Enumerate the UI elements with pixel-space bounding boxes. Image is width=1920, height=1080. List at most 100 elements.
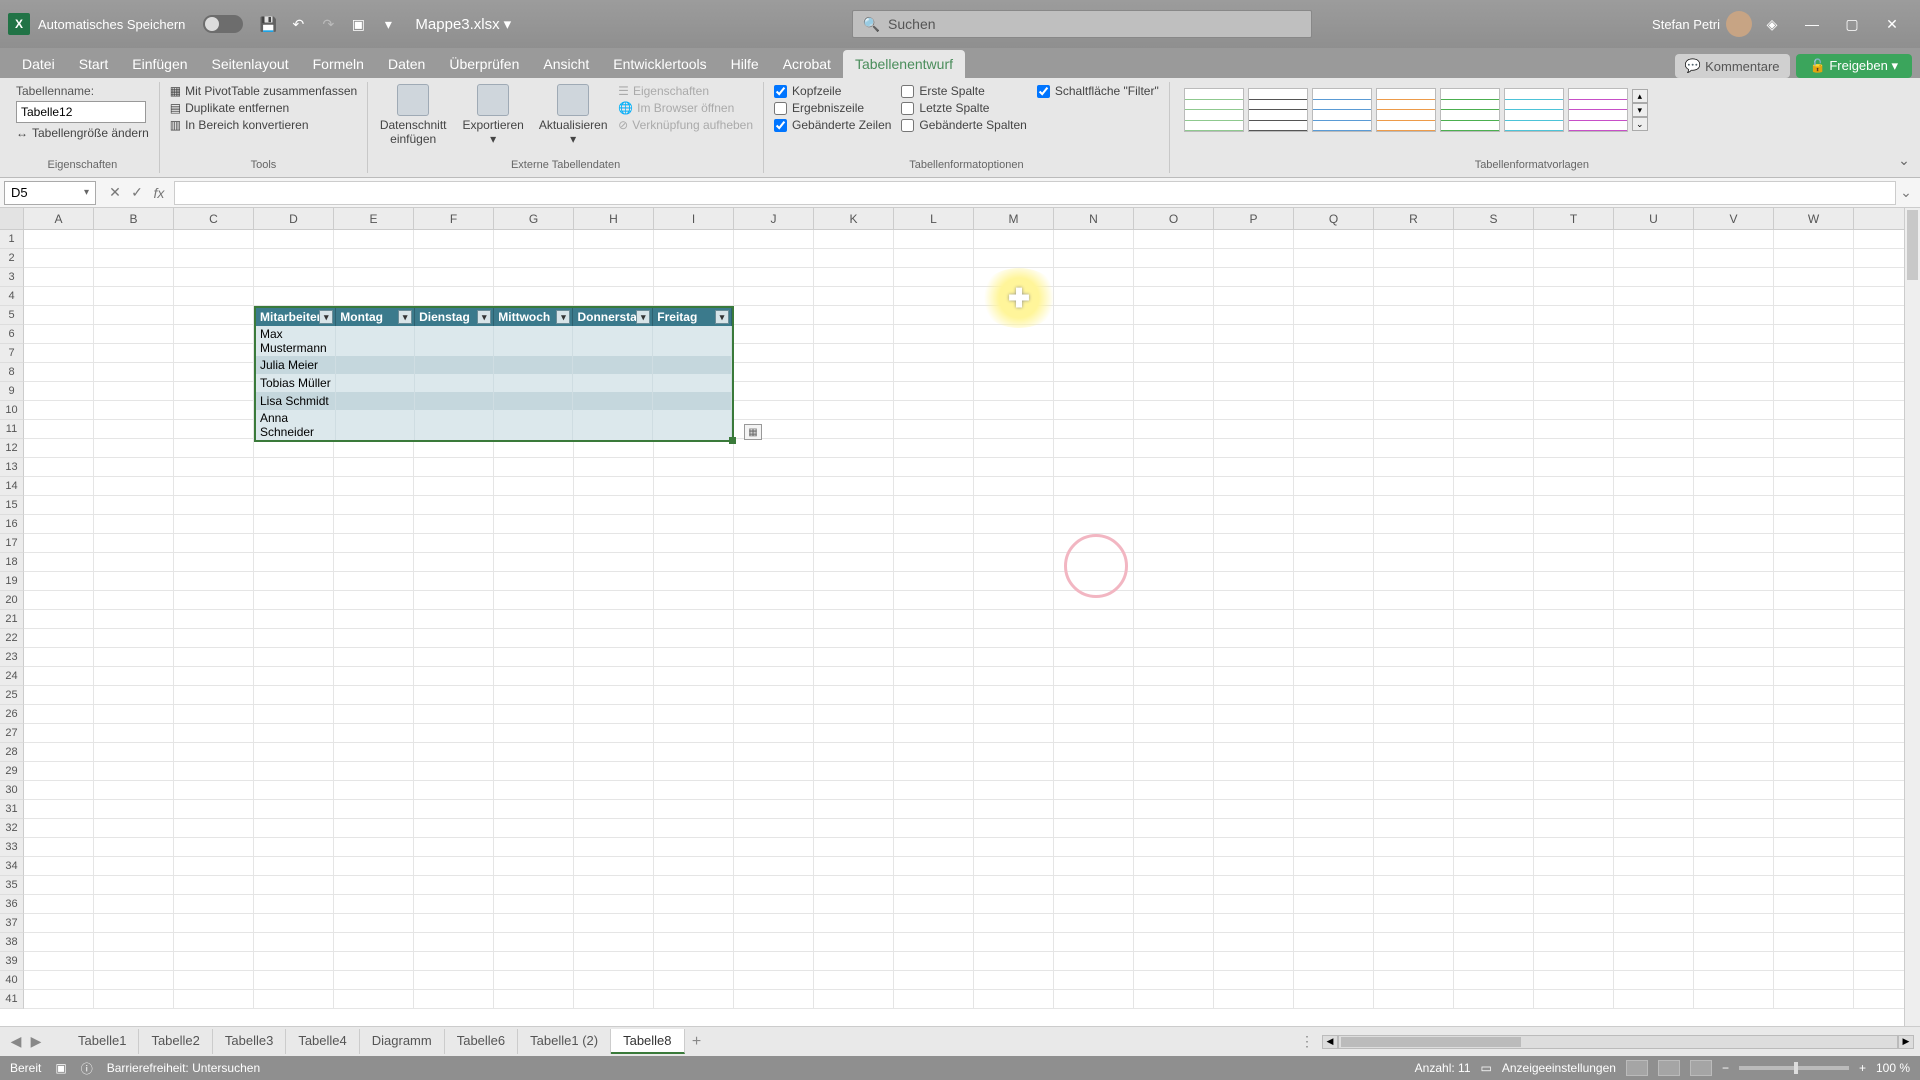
ribbon-tab-entwicklertools[interactable]: Entwicklertools	[601, 50, 718, 78]
column-header[interactable]: I	[654, 208, 734, 229]
convert-range-button[interactable]: ▥In Bereich konvertieren	[170, 118, 357, 132]
row-header[interactable]: 21	[0, 610, 24, 629]
confirm-formula-icon[interactable]: ✓	[127, 182, 147, 204]
ribbon-tab-überprüfen[interactable]: Überprüfen	[437, 50, 531, 78]
table-style-thumb[interactable]	[1440, 88, 1500, 132]
pivottable-button[interactable]: ▦Mit PivotTable zusammenfassen	[170, 84, 357, 98]
sheet-tab[interactable]: Tabelle6	[445, 1029, 518, 1054]
row-header[interactable]: 12	[0, 439, 24, 458]
redo-icon[interactable]: ↷	[317, 13, 339, 35]
filter-button[interactable]: ▾	[477, 310, 491, 324]
row-header[interactable]: 9	[0, 382, 24, 401]
table-style-thumb[interactable]	[1248, 88, 1308, 132]
row-header[interactable]: 19	[0, 572, 24, 591]
column-header[interactable]: A	[24, 208, 94, 229]
quick-analysis-button[interactable]: ▦	[744, 424, 762, 440]
row-header[interactable]: 34	[0, 857, 24, 876]
sheet-nav-next[interactable]: ▶	[26, 1032, 46, 1052]
table-cell[interactable]	[573, 392, 653, 410]
table-header-cell[interactable]: Dienstag▾	[415, 308, 494, 326]
zoom-level[interactable]: 100 %	[1876, 1061, 1910, 1075]
column-header[interactable]: G	[494, 208, 574, 229]
table-cell[interactable]	[336, 326, 415, 356]
table-cell[interactable]	[494, 356, 573, 374]
filter-button[interactable]: ▾	[556, 310, 570, 324]
row-header[interactable]: 25	[0, 686, 24, 705]
filter-checkbox[interactable]: Schaltfläche "Filter"	[1037, 84, 1159, 98]
table-cell[interactable]: Anna Schneider	[256, 410, 336, 440]
row-header[interactable]: 30	[0, 781, 24, 800]
table-cell[interactable]	[573, 410, 653, 440]
column-header[interactable]: W	[1774, 208, 1854, 229]
column-header[interactable]: E	[334, 208, 414, 229]
ribbon-tab-seitenlayout[interactable]: Seitenlayout	[200, 50, 301, 78]
camera-icon[interactable]: ▣	[347, 13, 369, 35]
row-header[interactable]: 18	[0, 553, 24, 572]
table-cell[interactable]	[653, 410, 732, 440]
table-cell[interactable]	[573, 356, 653, 374]
letzte-spalte-checkbox[interactable]: Letzte Spalte	[901, 101, 1026, 115]
row-header[interactable]: 4	[0, 287, 24, 306]
row-header[interactable]: 16	[0, 515, 24, 534]
ribbon-tab-datei[interactable]: Datei	[10, 50, 67, 78]
column-header[interactable]: U	[1614, 208, 1694, 229]
sheet-tab[interactable]: Tabelle2	[139, 1029, 212, 1054]
gebaenderte-spalten-checkbox[interactable]: Gebänderte Spalten	[901, 118, 1026, 132]
ribbon-tab-acrobat[interactable]: Acrobat	[771, 50, 843, 78]
row-header[interactable]: 14	[0, 477, 24, 496]
table-cell[interactable]	[494, 410, 573, 440]
name-box[interactable]: D5 ▾	[4, 181, 96, 205]
refresh-button[interactable]: Aktualisieren▾	[538, 84, 608, 146]
row-header[interactable]: 31	[0, 800, 24, 819]
row-header[interactable]: 2	[0, 249, 24, 268]
filter-button[interactable]: ▾	[715, 310, 729, 324]
page-break-view-button[interactable]	[1690, 1060, 1712, 1076]
tab-split-icon[interactable]: ⋮	[1300, 1033, 1314, 1050]
ribbon-tab-start[interactable]: Start	[67, 50, 121, 78]
table-cell[interactable]	[415, 356, 494, 374]
kopfzeile-checkbox[interactable]: Kopfzeile	[774, 84, 891, 98]
ergebniszeile-checkbox[interactable]: Ergebniszeile	[774, 101, 891, 115]
undo-icon[interactable]: ↶	[287, 13, 309, 35]
formula-input[interactable]	[174, 181, 1896, 205]
data-table[interactable]: Mitarbeiter▾Montag▾Dienstag▾Mittwoch▾Don…	[254, 306, 734, 442]
sheet-tab[interactable]: Tabelle3	[213, 1029, 286, 1054]
table-header-cell[interactable]: Mitarbeiter▾	[256, 308, 336, 326]
row-header[interactable]: 36	[0, 895, 24, 914]
row-header[interactable]: 26	[0, 705, 24, 724]
column-header[interactable]: V	[1694, 208, 1774, 229]
resize-table-button[interactable]: ↔Tabellengröße ändern	[16, 126, 149, 140]
freigeben-button[interactable]: 🔓 Freigeben ▾	[1796, 54, 1912, 78]
table-header-cell[interactable]: Mittwoch▾	[494, 308, 573, 326]
column-header[interactable]: F	[414, 208, 494, 229]
column-header[interactable]: T	[1534, 208, 1614, 229]
table-cell[interactable]: Max Mustermann	[256, 326, 336, 356]
user-account[interactable]: Stefan Petri	[1652, 11, 1752, 37]
gallery-up-button[interactable]: ▴	[1632, 89, 1648, 103]
row-header[interactable]: 3	[0, 268, 24, 287]
row-header[interactable]: 17	[0, 534, 24, 553]
column-header[interactable]: N	[1054, 208, 1134, 229]
table-cell[interactable]	[415, 410, 494, 440]
row-header[interactable]: 20	[0, 591, 24, 610]
sheet-tab[interactable]: Tabelle4	[286, 1029, 359, 1054]
table-cell[interactable]	[573, 374, 653, 392]
table-cell[interactable]: Tobias Müller	[256, 374, 336, 392]
row-header[interactable]: 38	[0, 933, 24, 952]
zoom-slider[interactable]	[1739, 1066, 1849, 1070]
table-cell[interactable]: Julia Meier	[256, 356, 336, 374]
filename[interactable]: Mappe3.xlsx ▾	[415, 15, 511, 33]
sheet-tab[interactable]: Tabelle8	[611, 1029, 684, 1054]
table-style-thumb[interactable]	[1184, 88, 1244, 132]
ribbon-tab-hilfe[interactable]: Hilfe	[719, 50, 771, 78]
table-cell[interactable]	[653, 326, 732, 356]
row-header[interactable]: 28	[0, 743, 24, 762]
table-header-cell[interactable]: Montag▾	[336, 308, 415, 326]
table-cell[interactable]: Lisa Schmidt	[256, 392, 336, 410]
search-box[interactable]: 🔍 Suchen	[852, 10, 1312, 38]
row-header[interactable]: 10	[0, 401, 24, 420]
spreadsheet-grid[interactable]: ABCDEFGHIJKLMNOPQRSTUVW 1234567891011121…	[0, 208, 1920, 1026]
table-cell[interactable]	[415, 374, 494, 392]
table-style-thumb[interactable]	[1376, 88, 1436, 132]
row-header[interactable]: 40	[0, 971, 24, 990]
